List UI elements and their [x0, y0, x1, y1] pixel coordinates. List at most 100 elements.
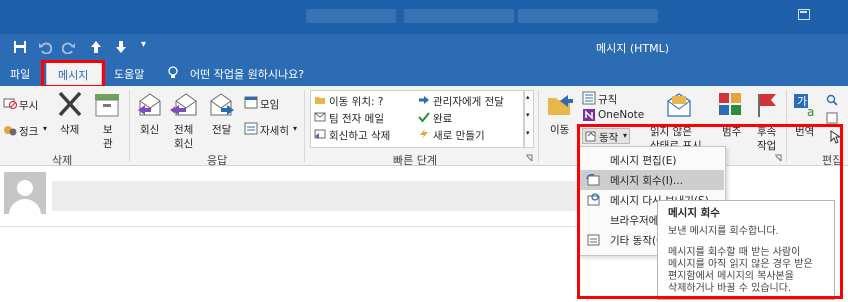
team-email-icon: [314, 112, 326, 122]
reply-button[interactable]: 회신: [140, 122, 159, 137]
lightning-icon: [420, 129, 428, 139]
ignore-icon: [3, 98, 17, 110]
categorize-button[interactable]: 범주: [722, 124, 741, 139]
quick-step-done[interactable]: 완료: [433, 111, 452, 126]
group-separator: [538, 90, 539, 162]
recall-message-icon: [586, 173, 600, 186]
onenote-icon: [583, 109, 595, 121]
group-separator: [786, 90, 787, 162]
follow-up-button-line1[interactable]: 후속: [757, 124, 776, 139]
header-divider: [0, 226, 580, 227]
checkmark-icon: [418, 112, 430, 123]
translate-button[interactable]: 번역: [795, 124, 814, 139]
forward-button[interactable]: 전달: [212, 122, 231, 137]
actions-button[interactable]: 동작 ▾: [582, 128, 630, 144]
window-title: 메시지 (HTML): [596, 42, 670, 55]
scroll-down-icon[interactable]: ▾: [526, 111, 530, 119]
more-respond-button[interactable]: 자세히: [260, 123, 289, 138]
actions-button-label: 동작: [599, 132, 619, 144]
recall-tooltip: 메시지 회수 보낸 메시지를 회수합니다. 메시지를 회수할 때 받는 사람이 …: [657, 200, 835, 300]
reply-all-button-line1[interactable]: 전체: [174, 122, 193, 137]
quick-step-move[interactable]: 이동 위치: ?: [329, 94, 383, 109]
delete-button[interactable]: 삭제: [60, 122, 79, 137]
tooltip-text: 삭제하거나 바꿀 수 있습니다.: [668, 283, 792, 294]
gallery-more-icon[interactable]: ▾: [526, 129, 530, 137]
lightbulb-icon: [168, 66, 178, 78]
ribbon-display-options-icon[interactable]: [798, 9, 810, 20]
more-respond-icon: [244, 122, 258, 135]
tooltip-text: 메시지를 회수할 때 받는 사람이: [668, 247, 801, 258]
archive-icon: [95, 94, 119, 117]
follow-up-button-line2[interactable]: 작업: [757, 138, 776, 153]
related-icon: [826, 112, 838, 124]
tab-file[interactable]: 파일: [10, 66, 30, 82]
customize-qat-icon[interactable]: ▾: [141, 39, 146, 50]
sender-avatar: [4, 172, 46, 214]
tooltip-text: 편지함에서 메시지의 복사본을: [668, 271, 794, 282]
translate-icon: 가 a: [794, 94, 814, 118]
quick-access-toolbar: ▾ 메시지 (HTML): [0, 34, 848, 60]
forward-to-manager-icon: [419, 96, 429, 104]
dialog-launcher-icon[interactable]: [774, 154, 782, 162]
mark-unread-button-line1[interactable]: 읽지 않은: [650, 124, 692, 139]
tooltip-text: 메시지를 아직 읽지 않은 경우 받은: [668, 259, 813, 270]
window-titlebar: [0, 0, 848, 34]
ribbon-tabs: 파일 메시지 도움말 어떤 작업을 원하시나요?: [0, 60, 848, 88]
quick-step-forward-manager[interactable]: 관리자에게 전달: [433, 94, 504, 109]
meeting-button[interactable]: 모임: [260, 97, 279, 112]
meeting-icon: [244, 96, 258, 109]
dialog-launcher-icon[interactable]: [525, 154, 533, 162]
categorize-icon: [719, 93, 741, 115]
group-separator: [304, 90, 305, 162]
mark-unread-icon: [667, 93, 691, 117]
scroll-up-icon[interactable]: ▴: [526, 93, 530, 101]
resend-message-icon: [587, 193, 600, 206]
folder-icon: [315, 97, 325, 104]
tab-help[interactable]: 도움말: [114, 66, 144, 82]
chevron-down-icon: ▾: [623, 131, 628, 140]
svg-text:가: 가: [797, 95, 807, 108]
tooltip-title: 메시지 회수: [668, 207, 720, 219]
quick-step-reply-delete[interactable]: 회신하고 삭제: [329, 128, 390, 143]
reply-icon: [138, 93, 161, 116]
tab-highlight-box: [41, 60, 105, 88]
tell-me-search[interactable]: 어떤 작업을 원하시나요?: [190, 66, 304, 82]
follow-up-flag-icon: [758, 94, 776, 117]
quick-step-team-email[interactable]: 팀 전자 메일: [329, 111, 384, 126]
svg-text:a: a: [807, 105, 814, 118]
archive-button-line2[interactable]: 관: [103, 136, 113, 151]
undo-icon[interactable]: [38, 40, 52, 54]
junk-icon: [4, 126, 17, 136]
ignore-button[interactable]: 무시: [19, 98, 38, 113]
menu-item-label: 메시지 회수(I)...: [610, 175, 683, 187]
reply-all-icon: [170, 93, 197, 116]
select-cursor-icon: [830, 130, 840, 144]
move-icon: [548, 95, 573, 115]
reply-all-button-line2[interactable]: 회신: [174, 136, 193, 151]
rules-icon: [582, 91, 596, 105]
group-separator: [129, 90, 130, 162]
redo-icon[interactable]: [62, 40, 76, 54]
chevron-down-icon: ▾: [43, 124, 48, 133]
blurred-title: [306, 9, 396, 23]
blurred-sender-info: [52, 181, 582, 211]
menu-item-label: 메시지 편집(E): [610, 155, 677, 167]
move-button[interactable]: 이동: [550, 122, 569, 137]
archive-button-line1[interactable]: 보: [103, 122, 113, 137]
quick-steps-scroll[interactable]: ▴ ▾ ▾: [524, 90, 534, 148]
delete-icon: [58, 91, 82, 117]
blurred-title: [404, 9, 514, 23]
rules-button[interactable]: 규칙: [598, 92, 617, 107]
actions-icon: [585, 131, 596, 142]
save-icon[interactable]: [13, 40, 27, 54]
other-actions-icon: [587, 234, 600, 246]
find-icon: [826, 94, 838, 106]
reply-delete-icon: [314, 129, 326, 139]
quick-step-create-new[interactable]: 새로 만들기: [433, 128, 485, 143]
onenote-button[interactable]: OneNote: [598, 109, 644, 121]
arrow-up-icon[interactable]: [90, 40, 102, 54]
junk-button[interactable]: 정크: [19, 124, 38, 139]
arrow-down-icon[interactable]: [115, 40, 127, 54]
menu-item-recall-message[interactable]: 메시지 회수(I)...: [580, 170, 724, 190]
menu-item-edit-message[interactable]: 메시지 편집(E): [580, 150, 724, 170]
